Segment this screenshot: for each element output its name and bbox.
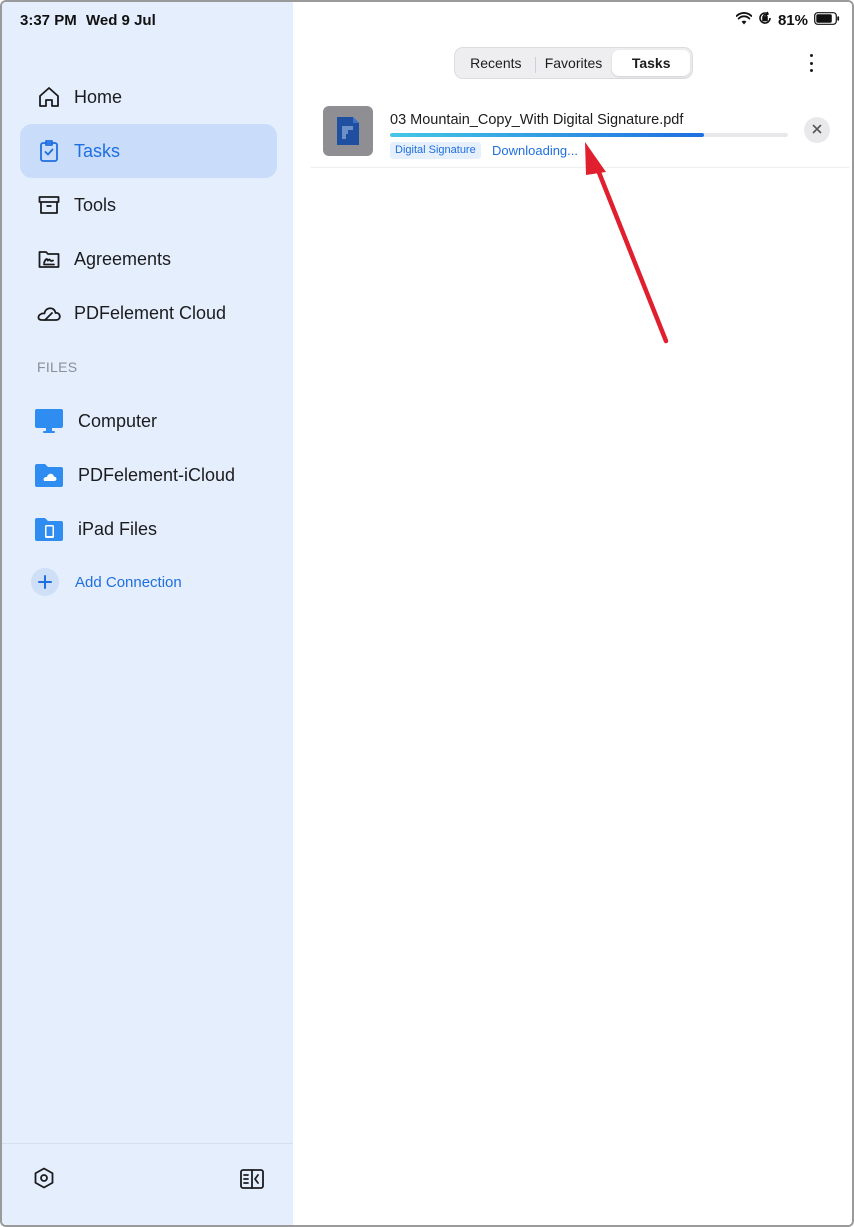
- agreements-folder-icon: [36, 246, 62, 272]
- battery-percent: 81%: [777, 11, 808, 29]
- task-row[interactable]: 03 Mountain_Copy_With Digital Signature.…: [311, 100, 849, 168]
- orientation-lock-icon: [758, 11, 772, 29]
- tab-tasks[interactable]: Tasks: [612, 50, 691, 76]
- tab-favorites[interactable]: Favorites: [534, 50, 613, 76]
- task-file-name: 03 Mountain_Copy_With Digital Signature.…: [390, 112, 684, 128]
- status-time: 3:37 PM: [20, 12, 77, 29]
- ipad-folder-icon: [34, 516, 64, 542]
- sidebar-item-label: Tasks: [74, 140, 121, 161]
- status-indicators: 81%: [735, 11, 840, 29]
- view-tabs: Recents Favorites Tasks: [454, 47, 693, 79]
- close-icon: [812, 121, 822, 139]
- add-connection-label: Add Connection: [75, 573, 182, 591]
- icloud-folder-icon: [34, 462, 64, 488]
- download-progress-fill: [390, 133, 705, 137]
- sidebar-item-label: Computer: [78, 410, 158, 431]
- sidebar-item-label: iPad Files: [78, 518, 158, 539]
- settings-button[interactable]: [30, 1166, 58, 1194]
- sidebar-divider: [2, 1143, 293, 1144]
- task-status-text: Downloading...: [492, 143, 578, 158]
- sidebar-item-label: Home: [74, 86, 123, 107]
- tab-recents[interactable]: Recents: [457, 50, 535, 76]
- sidebar-item-label: PDFelement-iCloud: [78, 464, 236, 485]
- sidebar-toggle-button[interactable]: [238, 1168, 266, 1194]
- sidebar: 3:37 PM Wed 9 Jul Home Tasks Tools Agree…: [2, 2, 293, 1225]
- tasks-clipboard-icon: [36, 138, 62, 164]
- more-options-button[interactable]: [801, 52, 821, 74]
- sidebar-item-pdfelement-icloud[interactable]: PDFelement-iCloud: [20, 448, 277, 502]
- plus-icon: [31, 568, 59, 596]
- sidebar-item-pdfelement-cloud[interactable]: PDFelement Cloud: [20, 286, 277, 340]
- more-dots-icon: [809, 54, 813, 57]
- battery-icon: [814, 11, 840, 29]
- sidebar-item-ipad-files[interactable]: iPad Files: [20, 502, 277, 556]
- sidebar-item-agreements[interactable]: Agreements: [20, 232, 277, 286]
- sidebar-item-tools[interactable]: Tools: [20, 178, 277, 232]
- download-progress-bar: [390, 133, 788, 137]
- sidebar-collapse-icon: [239, 1168, 265, 1195]
- main-content: 81% Recents Favorites Tasks 03 Mountain_…: [293, 2, 852, 1225]
- home-icon: [36, 84, 62, 110]
- wifi-icon: [735, 11, 753, 29]
- cancel-task-button[interactable]: [804, 117, 830, 143]
- sidebar-item-label: Agreements: [74, 248, 172, 269]
- cloud-icon: [36, 300, 62, 326]
- sidebar-item-label: PDFelement Cloud: [74, 302, 227, 323]
- task-type-tag: Digital Signature: [390, 142, 481, 159]
- computer-monitor-icon: [34, 408, 64, 434]
- status-date: Wed 9 Jul: [86, 12, 156, 29]
- files-section-header: FILES: [37, 359, 78, 375]
- settings-hexagon-icon: [32, 1166, 56, 1195]
- tools-box-icon: [36, 192, 62, 218]
- pdfelement-doc-icon: [337, 117, 359, 145]
- sidebar-item-home[interactable]: Home: [20, 70, 277, 124]
- sidebar-item-tasks[interactable]: Tasks: [20, 124, 277, 178]
- add-connection-button[interactable]: Add Connection: [20, 555, 277, 609]
- app-window: 3:37 PM Wed 9 Jul Home Tasks Tools Agree…: [0, 0, 854, 1227]
- sidebar-item-label: Tools: [74, 194, 117, 215]
- pdf-file-thumbnail: [323, 106, 373, 156]
- sidebar-item-computer[interactable]: Computer: [20, 394, 277, 448]
